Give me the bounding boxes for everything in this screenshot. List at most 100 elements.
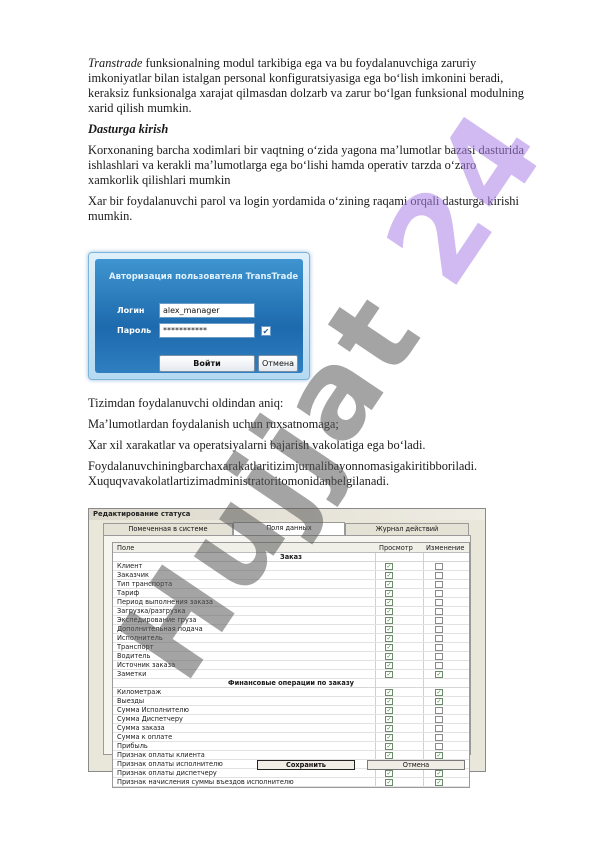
permissions-table: Поле Просмотр Изменение Заказ Клиент ✓ Зак… (112, 542, 470, 788)
edit-checkbox[interactable]: ✓ (435, 689, 443, 696)
field-name: Признак оплаты диспетчеру (117, 769, 217, 777)
field-name: Сумма к оплате (117, 733, 173, 741)
table-row: Клиент ✓ (113, 562, 469, 571)
field-name: Экспедирование груза (117, 616, 197, 624)
col-field: Поле (117, 544, 135, 552)
section-heading: Dasturga kirish (88, 122, 169, 136)
field-name: Клиент (117, 562, 143, 570)
password-label: Пароль (117, 326, 152, 335)
edit-checkbox[interactable]: ✓ (435, 770, 443, 777)
table-row: Дополнительная подача ✓ (113, 625, 469, 634)
tab-action-log[interactable]: Журнал действий (345, 523, 469, 535)
edit-checkbox[interactable] (435, 725, 443, 732)
table-row: Загрузка/разгрузка ✓ (113, 607, 469, 616)
edit-checkbox[interactable] (435, 572, 443, 579)
edit-checkbox[interactable] (435, 590, 443, 597)
table-row: Километраж ✓ ✓ (113, 688, 469, 697)
edit-checkbox[interactable] (435, 734, 443, 741)
view-checkbox[interactable]: ✓ (385, 770, 393, 777)
field-name: Исполнитель (117, 634, 163, 642)
view-checkbox[interactable]: ✓ (385, 779, 393, 786)
edit-checkbox[interactable] (435, 653, 443, 660)
save-button[interactable]: Сохранить (257, 760, 355, 770)
login-button[interactable]: Войти (159, 355, 255, 372)
table-row: Транспорт ✓ (113, 643, 469, 652)
edit-checkbox[interactable] (435, 635, 443, 642)
remember-checkbox[interactable]: ✔ (261, 326, 271, 336)
edit-checkbox[interactable]: ✓ (435, 671, 443, 678)
view-checkbox[interactable]: ✓ (385, 599, 393, 606)
view-checkbox[interactable]: ✓ (385, 671, 393, 678)
edit-checkbox[interactable] (435, 644, 443, 651)
edit-checkbox[interactable]: ✓ (435, 779, 443, 786)
field-name: Сумма Диспетчеру (117, 715, 183, 723)
password-input[interactable]: *********** (159, 323, 255, 338)
view-checkbox[interactable]: ✓ (385, 653, 393, 660)
view-checkbox[interactable]: ✓ (385, 635, 393, 642)
field-name: Тип транспорта (117, 580, 173, 588)
view-checkbox[interactable]: ✓ (385, 752, 393, 759)
view-checkbox[interactable]: ✓ (385, 572, 393, 579)
view-checkbox[interactable]: ✓ (385, 662, 393, 669)
edit-checkbox[interactable] (435, 743, 443, 750)
field-name: Признак оплаты исполнителю (117, 760, 223, 768)
tab-marked[interactable]: Помеченная в системе (103, 523, 233, 535)
view-checkbox[interactable]: ✓ (385, 608, 393, 615)
view-checkbox[interactable]: ✓ (385, 644, 393, 651)
edit-checkbox[interactable] (435, 662, 443, 669)
paragraph-6: Foydalanuvchiningbarchaxarakatlaritizimj… (88, 459, 478, 488)
document-body: Transtrade funksionalning modul tarkibig… (88, 56, 528, 230)
table-row: Тип транспорта ✓ (113, 580, 469, 589)
edit-checkbox[interactable] (435, 599, 443, 606)
field-name: Дополнительная подача (117, 625, 203, 633)
editor-title: Редактирование статуса (89, 509, 485, 520)
field-name: Сумма Исполнителю (117, 706, 189, 714)
col-edit: Изменение (426, 544, 465, 552)
view-checkbox[interactable]: ✓ (385, 626, 393, 633)
table-row: Прибыль ✓ (113, 742, 469, 751)
view-checkbox[interactable]: ✓ (385, 689, 393, 696)
order-rows: Клиент ✓ Заказчик ✓ Тип транспорта ✓ Тариф ✓ Пер… (113, 562, 469, 679)
table-row: Признак оплаты диспетчеру ✓ ✓ (113, 769, 469, 778)
edit-checkbox[interactable]: ✓ (435, 752, 443, 759)
view-checkbox[interactable]: ✓ (385, 743, 393, 750)
field-name: Транспорт (117, 643, 154, 651)
edit-checkbox[interactable] (435, 626, 443, 633)
view-checkbox[interactable]: ✓ (385, 563, 393, 570)
view-checkbox[interactable]: ✓ (385, 581, 393, 588)
view-checkbox[interactable]: ✓ (385, 734, 393, 741)
view-checkbox[interactable]: ✓ (385, 590, 393, 597)
table-header: Поле Просмотр Изменение (113, 543, 469, 553)
edit-checkbox[interactable] (435, 563, 443, 570)
edit-checkbox[interactable] (435, 716, 443, 723)
paragraph-3: Tizimdan foydalanuvchi oldindan aniq: (88, 396, 284, 410)
view-checkbox[interactable]: ✓ (385, 716, 393, 723)
table-row: Период выполнения заказа ✓ (113, 598, 469, 607)
table-row: Выезды ✓ ✓ (113, 697, 469, 706)
field-name: Водитель (117, 652, 151, 660)
login-input[interactable]: alex_manager (159, 303, 255, 318)
editor-cancel-button[interactable]: Отмена (367, 760, 465, 770)
edit-checkbox[interactable] (435, 581, 443, 588)
table-row: Водитель ✓ (113, 652, 469, 661)
view-checkbox[interactable]: ✓ (385, 725, 393, 732)
paragraph-1: Korxonaning barcha xodimlari bir vaqtnin… (88, 143, 524, 187)
tab-data-fields[interactable]: Поля данных (233, 522, 345, 535)
view-checkbox[interactable]: ✓ (385, 698, 393, 705)
edit-checkbox[interactable] (435, 707, 443, 714)
edit-checkbox[interactable] (435, 617, 443, 624)
view-checkbox[interactable]: ✓ (385, 707, 393, 714)
table-row: Сумма заказа ✓ (113, 724, 469, 733)
table-row: Исполнитель ✓ (113, 634, 469, 643)
view-checkbox[interactable]: ✓ (385, 617, 393, 624)
intro-term: Transtrade (88, 56, 143, 70)
edit-checkbox[interactable]: ✓ (435, 698, 443, 705)
login-label: Логин (117, 306, 145, 315)
table-row: Тариф ✓ (113, 589, 469, 598)
cancel-button[interactable]: Отмена (258, 355, 298, 372)
paragraph-4: Ma’lumotlardan foydalanish uchun ruxsatn… (88, 417, 339, 431)
login-dialog-panel: Авторизация пользователя TransTrade Логи… (95, 259, 303, 373)
field-name: Источник заказа (117, 661, 176, 669)
edit-checkbox[interactable] (435, 608, 443, 615)
editor-tabs: Помеченная в системе Поля данных Журнал … (103, 522, 471, 535)
